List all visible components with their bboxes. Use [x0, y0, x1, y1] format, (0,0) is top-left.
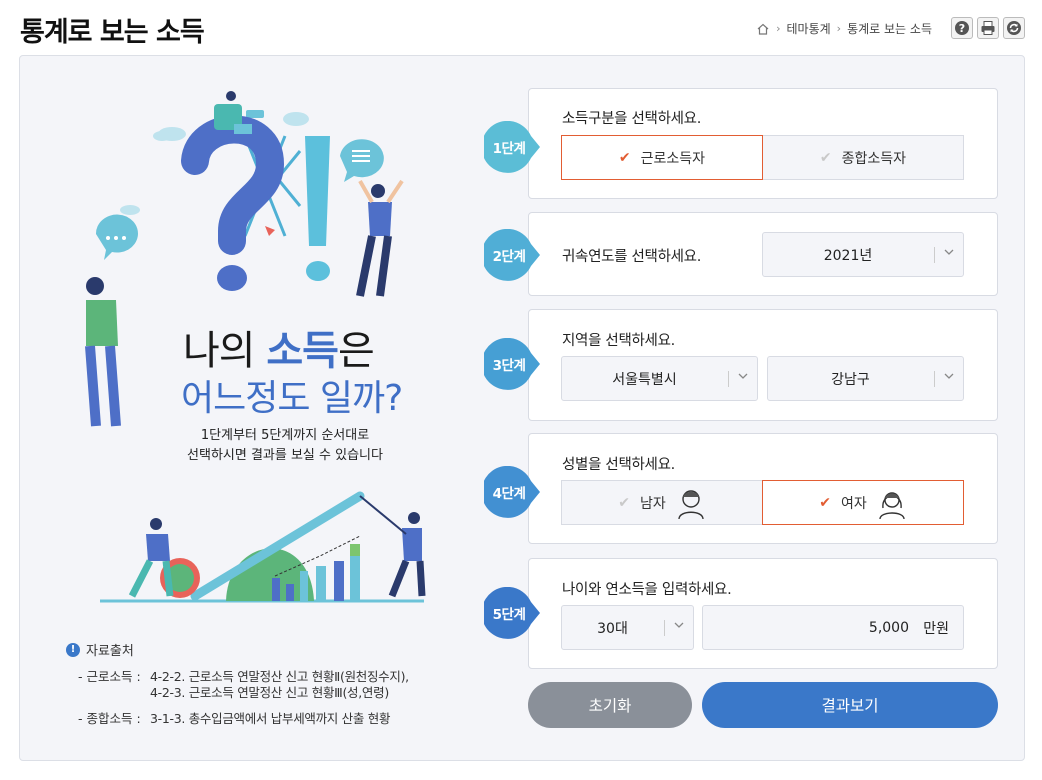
age-select[interactable]: 30대: [561, 605, 694, 650]
main-panel: 나의 소득은 어느정도 일까? 1단계부터 5단계까지 순서대로 선택하시면 결…: [19, 55, 1025, 761]
male-avatar-icon: [678, 489, 704, 519]
region-select[interactable]: 서울특별시: [561, 356, 758, 401]
refresh-icon: [1007, 21, 1021, 35]
option-female[interactable]: ✔ 여자: [762, 480, 964, 525]
step4-question: 성별을 선택하세요.: [562, 457, 675, 473]
step2-card: 귀속연도를 선택하세요. 2021년: [528, 212, 998, 296]
step4-card: 성별을 선택하세요. ✔ 남자 ✔ 여자: [528, 433, 998, 544]
income-input[interactable]: 5,000 만원: [702, 605, 964, 650]
view-result-button[interactable]: 결과보기: [702, 682, 998, 728]
step1-card: 소득구분을 선택하세요. ✔ 근로소득자 ✔ 종합소득자: [528, 88, 998, 199]
check-icon: ✔: [819, 494, 831, 511]
step2-badge: 2단계: [484, 229, 542, 281]
district-select[interactable]: 강남구: [767, 356, 964, 401]
chevron-down-icon: [674, 622, 684, 628]
step4-badge: 4단계: [484, 466, 542, 518]
income-unit: 만원: [923, 620, 949, 637]
step3-badge: 3단계: [484, 338, 542, 390]
help-button[interactable]: ?: [951, 17, 973, 39]
reset-button[interactable]: 초기화: [528, 682, 692, 728]
check-icon: ✔: [618, 494, 630, 511]
print-icon: [981, 21, 995, 35]
step3-question: 지역을 선택하세요.: [562, 333, 675, 349]
chevron-down-icon: [738, 373, 748, 379]
step5-badge: 5단계: [484, 587, 542, 639]
source-total-label: - 종합소득 :: [78, 711, 141, 726]
print-button[interactable]: [977, 17, 999, 39]
step5-question: 나이와 연소득을 입력하세요.: [562, 582, 732, 598]
home-icon[interactable]: [756, 22, 770, 36]
option-male[interactable]: ✔ 남자: [561, 480, 763, 525]
breadcrumb-separator: ›: [836, 22, 842, 35]
page-title: 통계로 보는 소득: [20, 17, 205, 48]
option-labor-income[interactable]: ✔ 근로소득자: [561, 135, 763, 180]
step2-question: 귀속연도를 선택하세요.: [562, 249, 702, 265]
step1-question: 소득구분을 선택하세요.: [562, 111, 702, 127]
source-labor-line1: 4-2-2. 근로소득 연말정산 신고 현황Ⅱ(원천징수지),: [150, 669, 409, 684]
source-total-line1: 3-1-3. 총수입금액에서 납부세액까지 산출 현황: [150, 711, 391, 726]
check-icon: ✔: [618, 149, 631, 166]
hero-headline-line2: 어느정도 일까?: [181, 378, 403, 419]
source-title: 자료출처: [86, 644, 134, 659]
check-icon: ✔: [819, 149, 832, 166]
hero-illustration-area: 나의 소득은 어느정도 일까? 1단계부터 5단계까지 순서대로 선택하시면 결…: [20, 56, 500, 756]
breadcrumb-item-theme[interactable]: 테마통계: [787, 20, 831, 37]
source-labor-line2: 4-2-3. 근로소득 연말정산 신고 현황Ⅲ(성,연령): [150, 685, 389, 700]
option-total-income[interactable]: ✔ 종합소득자: [762, 135, 964, 180]
help-icon: ?: [955, 21, 969, 35]
step1-badge: 1단계: [484, 121, 542, 173]
hero-headline-line1: 나의 소득은: [183, 328, 375, 374]
hero-description: 1단계부터 5단계까지 순서대로 선택하시면 결과를 보실 수 있습니다: [187, 428, 383, 463]
chevron-down-icon: [944, 249, 954, 255]
chevron-down-icon: [944, 373, 954, 379]
refresh-button[interactable]: [1003, 17, 1025, 39]
female-avatar-icon: [879, 491, 905, 519]
step3-card: 지역을 선택하세요. 서울특별시 강남구: [528, 309, 998, 421]
info-icon: !: [66, 642, 80, 657]
toolbar: ?: [951, 17, 1025, 39]
step5-card: 나이와 연소득을 입력하세요. 30대 5,000 만원: [528, 558, 998, 669]
source-labor-label: - 근로소득 :: [78, 669, 141, 684]
breadcrumb: › 테마통계 › 통계로 보는 소득: [756, 20, 932, 37]
breadcrumb-item-current: 통계로 보는 소득: [847, 22, 932, 36]
svg-text:?: ?: [959, 22, 965, 35]
breadcrumb-separator: ›: [776, 22, 781, 35]
data-source: ! 자료출처 - 근로소득 : 4-2-2. 근로소득 연말정산 신고 현황Ⅱ(…: [66, 640, 409, 727]
year-select[interactable]: 2021년: [762, 232, 964, 277]
